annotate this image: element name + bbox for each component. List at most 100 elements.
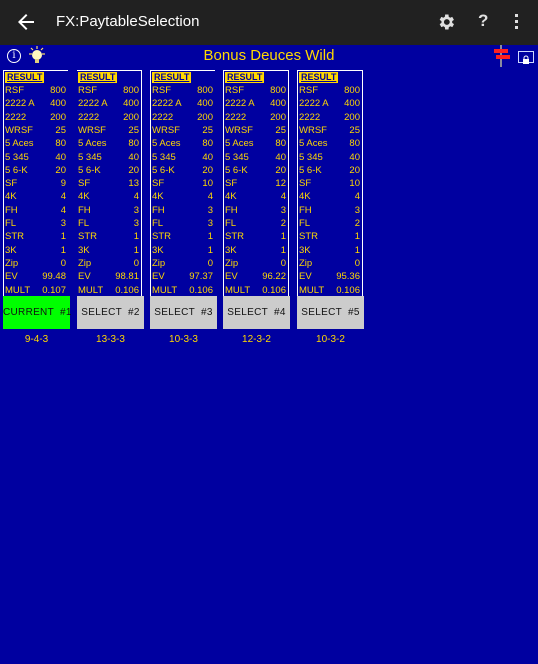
paytable-row: MULT 0.106 <box>152 284 213 297</box>
page-title: FX:PaytableSelection <box>56 13 200 30</box>
paytable-column: RESULT RSF 800 2222 A 400 2222 200 WRSF 25 5 Aces… <box>77 70 142 297</box>
row-label: 4K <box>5 191 17 203</box>
row-value: 97.37 <box>189 271 213 283</box>
paytable-column: RESULT RSF 800 2222 A 400 2222 200 WRSF 25 5 Aces… <box>3 70 68 297</box>
more-options-icon[interactable] <box>510 14 522 32</box>
paytable-row: 2222 200 <box>78 111 139 124</box>
row-value: 4 <box>60 191 66 203</box>
row-value: 1 <box>280 244 286 256</box>
help-button[interactable]: ? <box>478 11 488 31</box>
row-label: SF <box>225 178 238 190</box>
lock-screen-icon[interactable] <box>518 51 534 64</box>
row-label: STR <box>5 231 24 243</box>
paytable-row: Zip 0 <box>78 257 139 270</box>
paytable-row: 3K 1 <box>225 244 286 257</box>
row-label: 5 345 <box>78 151 102 163</box>
row-value: 20 <box>275 164 286 176</box>
game-title: Bonus Deuces Wild <box>203 47 335 64</box>
paytable-row: 3K 1 <box>5 244 66 257</box>
paytable-row: MULT 0.106 <box>225 284 286 297</box>
paytable-row: 2222 200 <box>152 111 213 124</box>
row-label: 3K <box>78 244 90 256</box>
paytable-row: EV 99.48 <box>5 270 66 283</box>
paytable-row: EV 97.37 <box>152 270 213 283</box>
row-label: FH <box>152 204 165 216</box>
row-value: 0 <box>354 257 360 269</box>
row-value: 40 <box>349 151 360 163</box>
paytable-row: RSF 800 <box>78 84 139 97</box>
gear-icon[interactable] <box>436 12 456 32</box>
row-value: 400 <box>344 98 360 110</box>
row-value: 4 <box>280 191 286 203</box>
row-label: MULT <box>78 284 104 296</box>
paytable-row: MULT 0.106 <box>78 284 139 297</box>
row-label: FL <box>299 218 311 229</box>
row-label: 2222 A <box>5 98 35 110</box>
row-label: SF <box>152 178 165 190</box>
row-label: 5 Aces <box>225 138 254 150</box>
row-label: 3K <box>299 244 311 256</box>
paytable-row: 2222 200 <box>299 111 360 124</box>
row-label: EV <box>225 271 238 283</box>
paytable-row: 5 6-K 20 <box>299 164 360 177</box>
row-label: FH <box>78 204 91 216</box>
row-value: 10 <box>202 178 213 190</box>
row-label: 2222 A <box>225 98 255 110</box>
row-label: FH <box>5 204 18 216</box>
select-paytable-button[interactable]: SELECT #4 <box>223 296 290 329</box>
paytable-row: FH 3 <box>225 204 286 217</box>
paytable-row: WRSF 25 <box>152 124 213 137</box>
row-label: 5 345 <box>225 151 249 163</box>
row-label: 2222 A <box>78 98 108 110</box>
paytable-row: SF 9 <box>5 177 66 190</box>
row-value: 40 <box>275 151 286 163</box>
row-label: Zip <box>152 257 166 269</box>
paytable-row: WRSF 25 <box>225 124 286 137</box>
row-value: 800 <box>123 85 139 96</box>
row-label: MULT <box>5 284 31 296</box>
select-paytable-button[interactable]: SELECT #5 <box>297 296 364 329</box>
row-value: 99.48 <box>42 271 66 283</box>
row-label: RSF <box>78 85 97 96</box>
paytable-row: 5 345 40 <box>225 151 286 164</box>
result-header: RESULT <box>78 72 118 83</box>
row-label: 5 345 <box>299 151 323 163</box>
row-value: 3 <box>60 218 66 229</box>
row-label: 2222 <box>78 111 100 123</box>
row-value: 20 <box>349 164 360 176</box>
paytable-row: SF 12 <box>225 177 286 190</box>
row-value: 3 <box>207 218 213 229</box>
row-value: 80 <box>55 138 66 150</box>
paytable-row: Zip 0 <box>152 257 213 270</box>
row-value: 0 <box>60 257 66 269</box>
paytable-row: EV 95.36 <box>299 270 360 283</box>
row-label: STR <box>152 231 171 243</box>
row-label: 5 6-K <box>299 164 322 176</box>
paytable-row: 2222 A 400 <box>152 97 213 110</box>
row-label: RSF <box>5 85 24 96</box>
row-value: 3 <box>354 204 360 216</box>
paytable-row: MULT 0.107 <box>5 284 66 297</box>
current-paytable-button[interactable]: CURRENT #1 <box>3 296 71 329</box>
paytable-row: STR 1 <box>225 230 286 243</box>
row-value: 1 <box>207 244 213 256</box>
paytable-row: FH 4 <box>5 204 66 217</box>
row-label: 2222 <box>299 111 321 123</box>
select-paytable-button[interactable]: SELECT #2 <box>77 296 144 329</box>
paytable-row: FL 3 <box>152 217 213 230</box>
result-header: RESULT <box>152 72 192 83</box>
paytable-row: 4K 4 <box>299 190 360 203</box>
row-value: 400 <box>50 98 66 110</box>
paytable-row: STR 1 <box>299 230 360 243</box>
select-paytable-button[interactable]: SELECT #3 <box>150 296 217 329</box>
paytable-row: SF 10 <box>299 177 360 190</box>
paytable-row: Zip 0 <box>299 257 360 270</box>
back-arrow-icon[interactable] <box>14 10 38 34</box>
signpost-icon[interactable] <box>491 45 513 67</box>
paytable-row: 5 Aces 80 <box>299 137 360 150</box>
row-label: SF <box>299 178 312 190</box>
row-value: 1 <box>60 231 66 243</box>
row-label: Zip <box>225 257 239 269</box>
row-label: STR <box>299 231 318 243</box>
row-label: 4K <box>78 191 90 203</box>
